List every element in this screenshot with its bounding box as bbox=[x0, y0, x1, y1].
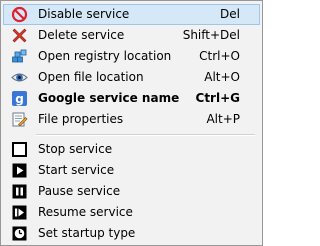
menu-separator bbox=[36, 134, 255, 136]
menu-item-label: Delete service bbox=[38, 28, 125, 42]
pause-icon bbox=[11, 183, 28, 200]
menu-item-label: Open registry location bbox=[38, 49, 172, 63]
menu-item-label: Stop service bbox=[38, 142, 113, 156]
file-properties-icon bbox=[11, 111, 28, 128]
menu-item-shortcut: Alt+P bbox=[206, 112, 240, 126]
menu-item-label: Set startup type bbox=[38, 226, 136, 240]
menu-item-shortcut: Shift+Del bbox=[182, 28, 240, 42]
clock-icon bbox=[11, 225, 28, 242]
menu-item-label: Start service bbox=[38, 163, 115, 177]
menu-item-label: Pause service bbox=[38, 184, 121, 198]
stop-icon bbox=[11, 141, 28, 158]
menu-item-start-service[interactable]: Start service bbox=[3, 160, 260, 181]
menu-item-open-registry-location[interactable]: Open registry location Ctrl+O bbox=[3, 46, 260, 67]
svg-text:g: g bbox=[15, 92, 24, 106]
menu-item-shortcut: Alt+O bbox=[204, 70, 240, 84]
menu-item-set-startup-type[interactable]: Set startup type bbox=[3, 223, 260, 244]
menu-item-google-service-name[interactable]: g Google service name Ctrl+G bbox=[3, 88, 260, 109]
menu-item-resume-service[interactable]: Resume service bbox=[3, 202, 260, 223]
eye-icon bbox=[11, 69, 28, 86]
menu-item-shortcut: Del bbox=[220, 7, 240, 21]
menu-item-file-properties[interactable]: File properties Alt+P bbox=[3, 109, 260, 130]
menu-item-disable-service[interactable]: Disable service Del bbox=[3, 4, 260, 25]
menu-item-label: File properties bbox=[38, 112, 124, 126]
registry-icon bbox=[11, 48, 28, 65]
menu-item-pause-service[interactable]: Pause service bbox=[3, 181, 260, 202]
menu-item-label: Open file location bbox=[38, 70, 144, 84]
context-menu: Disable service Del Delete service Shift… bbox=[0, 0, 263, 246]
menu-item-open-file-location[interactable]: Open file location Alt+O bbox=[3, 67, 260, 88]
menu-item-label: Google service name bbox=[38, 91, 180, 105]
disable-icon bbox=[11, 6, 28, 23]
play-icon bbox=[11, 162, 28, 179]
menu-item-shortcut: Ctrl+G bbox=[195, 91, 240, 105]
resume-icon bbox=[11, 204, 28, 221]
delete-x-icon bbox=[11, 27, 28, 44]
menu-item-shortcut: Ctrl+O bbox=[199, 49, 240, 63]
menu-item-stop-service[interactable]: Stop service bbox=[3, 139, 260, 160]
menu-item-label: Resume service bbox=[38, 205, 133, 219]
google-icon: g bbox=[11, 90, 28, 107]
menu-item-label: Disable service bbox=[38, 7, 130, 21]
menu-item-delete-service[interactable]: Delete service Shift+Del bbox=[3, 25, 260, 46]
